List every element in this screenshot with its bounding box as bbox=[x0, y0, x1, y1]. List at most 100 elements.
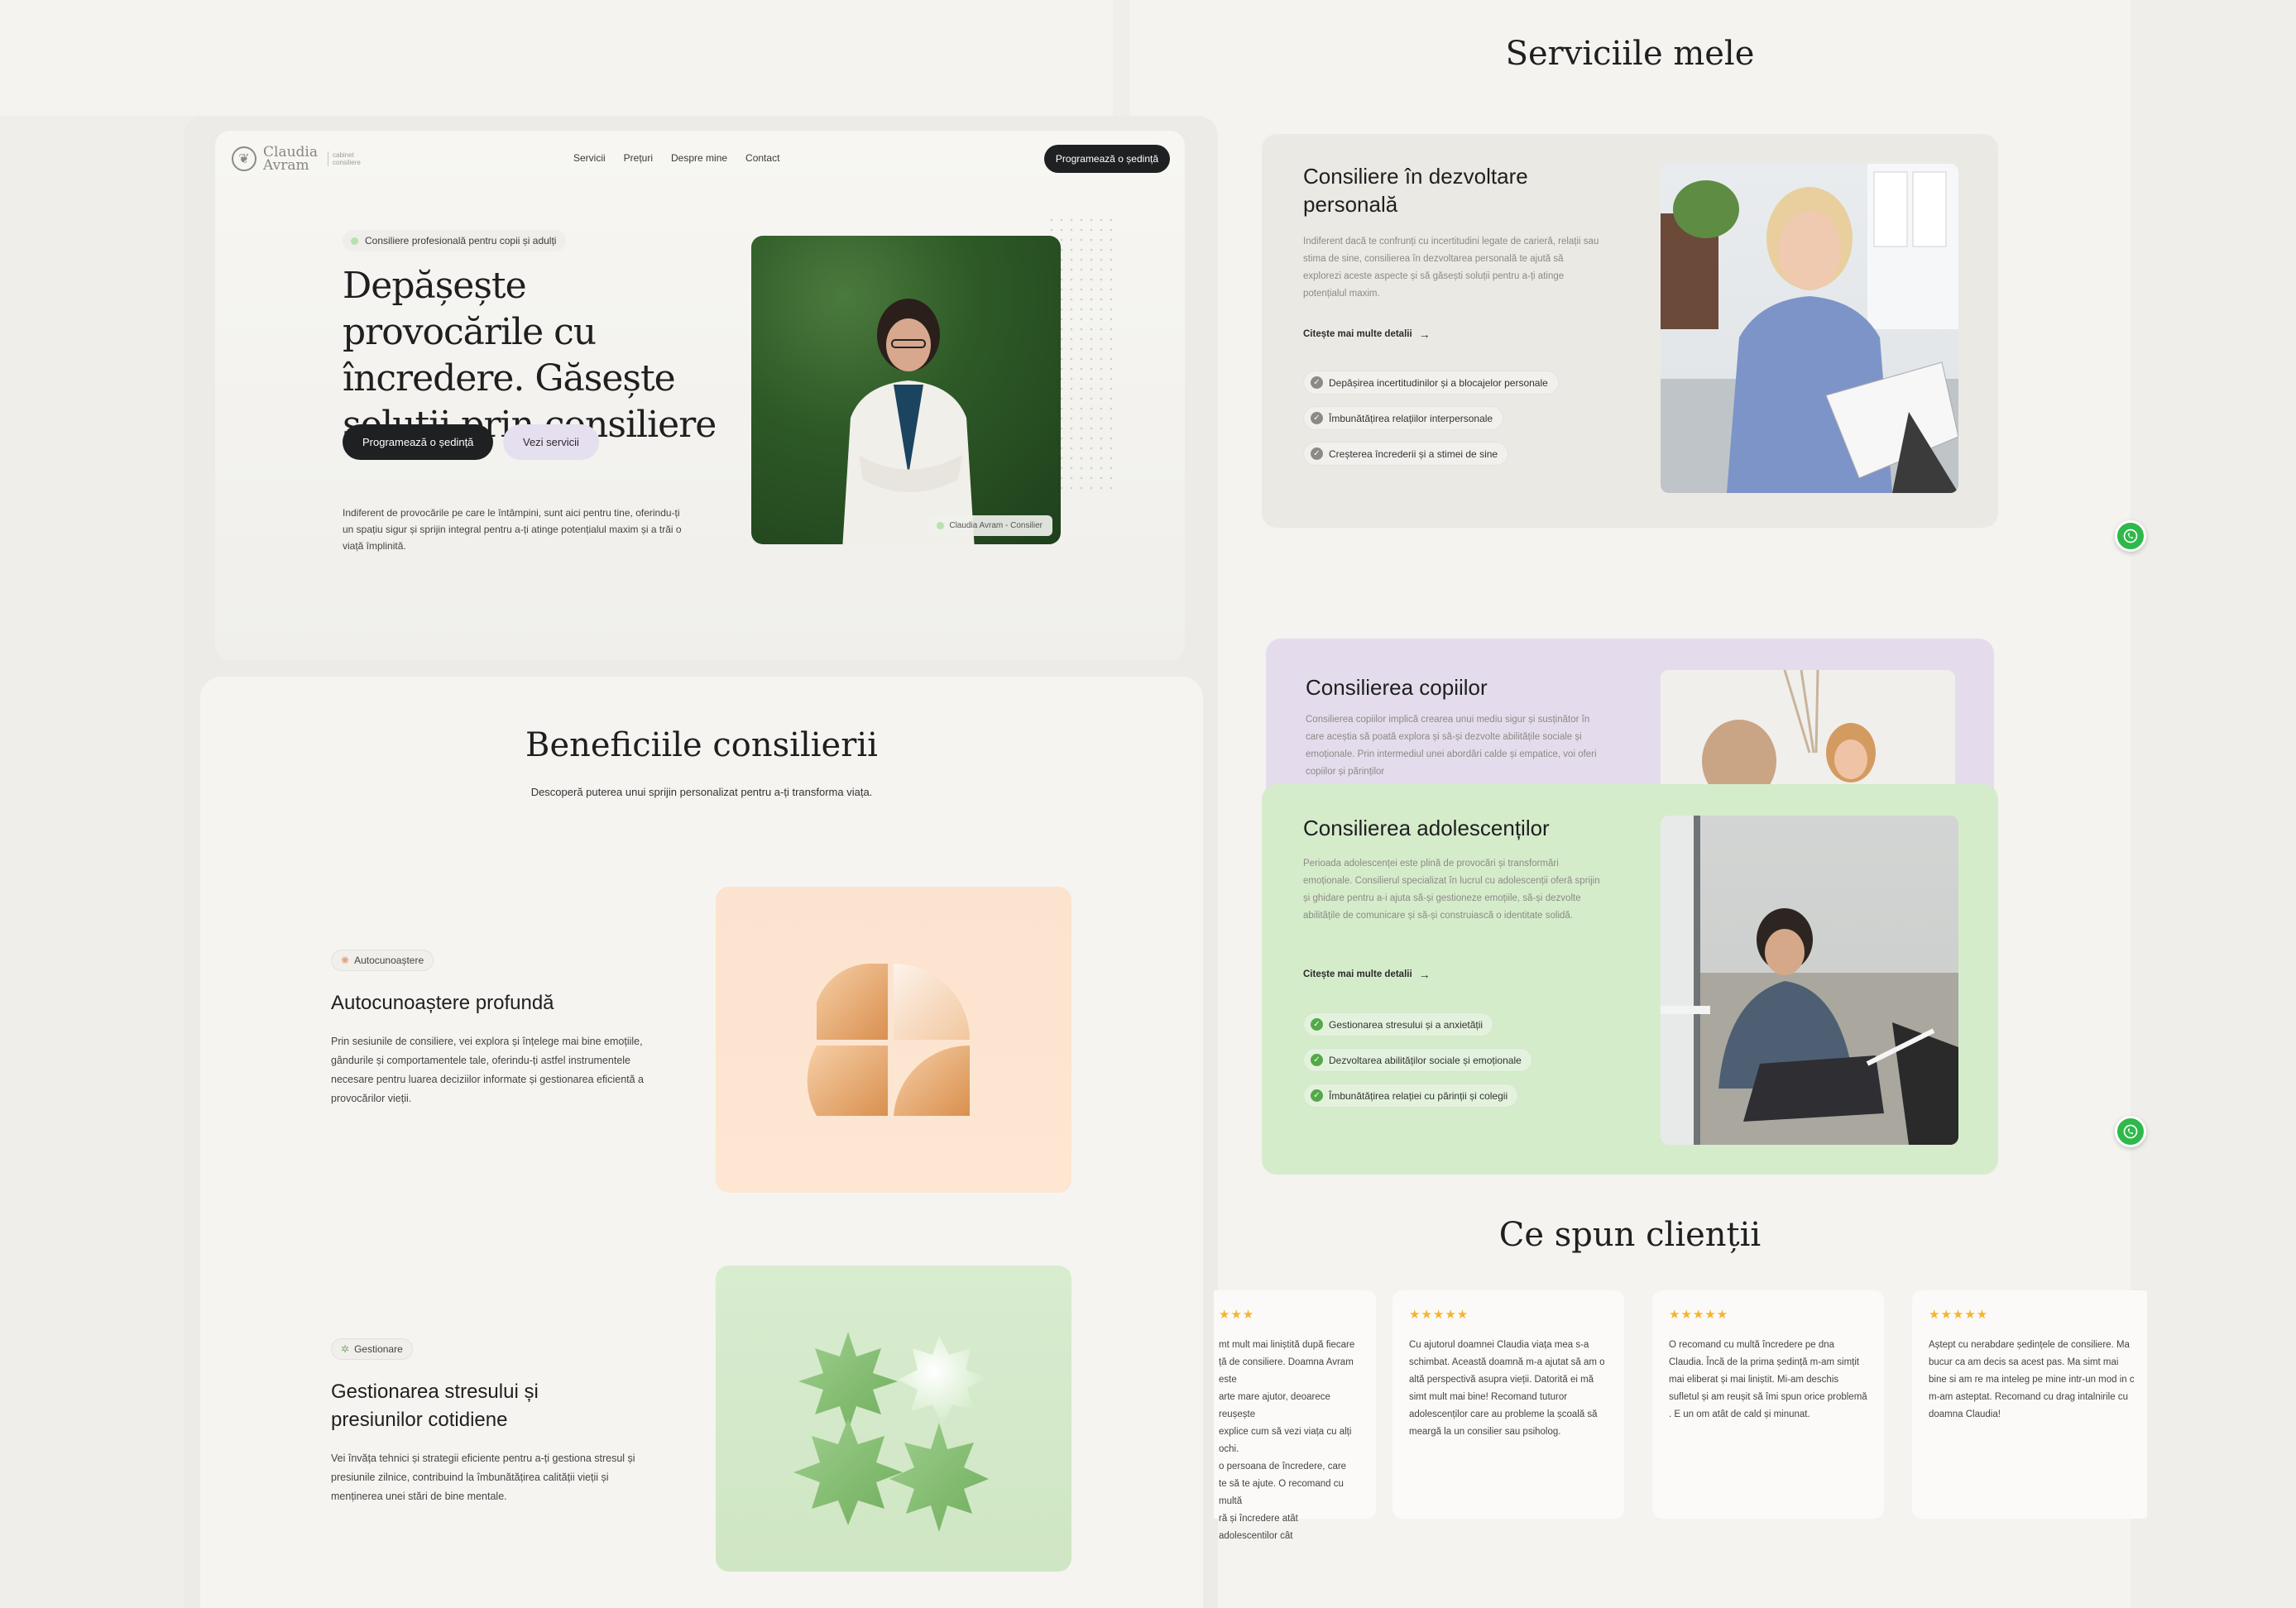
whatsapp-button[interactable] bbox=[2115, 1116, 2146, 1147]
hero-book-button[interactable]: Programează o ședință bbox=[343, 424, 494, 460]
check-item-label: Dezvoltarea abilităților sociale și emoț… bbox=[1329, 1054, 1522, 1066]
check-item-label: Gestionarea stresului și a anxietății bbox=[1329, 1018, 1484, 1031]
check-item-label: Depășirea incertitudinilor și a blocajel… bbox=[1329, 376, 1548, 389]
hero-badge: Consiliere profesională pentru copii și … bbox=[343, 230, 567, 251]
hero-portrait-photo: Claudia Avram - Consilier bbox=[751, 236, 1061, 544]
arrow-right-icon: → bbox=[1418, 328, 1431, 341]
check-item: ✓ Îmbunătățirea relațiilor interpersonale bbox=[1303, 406, 1504, 430]
service-card-teens: Consilierea adolescenților Perioada adol… bbox=[1262, 784, 1998, 1175]
nav-link-contact[interactable]: Contact bbox=[745, 152, 779, 164]
sun-icon: ✺ bbox=[341, 955, 350, 966]
starbursts-icon bbox=[793, 1332, 989, 1532]
benefits-subtitle: Descoperă puterea unui sprijin personali… bbox=[530, 786, 873, 798]
benefit-pill: ✲ Gestionare bbox=[331, 1338, 413, 1360]
logo[interactable]: ❦ Claudia Avram cabinet consiliere bbox=[232, 144, 369, 174]
hero-description: Indiferent de provocările pe care le înt… bbox=[343, 507, 682, 552]
rating-stars-icon: ★★★ bbox=[1219, 1308, 1255, 1322]
nav-link-despre[interactable]: Despre mine bbox=[671, 152, 727, 164]
service-card-children: Consilierea copiilor Consilierea copiilo… bbox=[1266, 639, 1994, 804]
testimonials-title: Ce spun clienții bbox=[1498, 1216, 1762, 1254]
testimonial-text: O recomand cu multă încredere pe dna Cla… bbox=[1669, 1340, 1867, 1419]
check-circle-icon: ✓ bbox=[1311, 1054, 1323, 1066]
check-item: ✓ Creșterea încrederii și a stimei de sin… bbox=[1303, 442, 1509, 466]
status-dot-icon bbox=[351, 237, 358, 245]
testimonial-card: ★★★ mt mult mai liniștită după fiecare ț… bbox=[1214, 1290, 1376, 1539]
quarter-circles-icon bbox=[807, 963, 970, 1116]
check-circle-icon: ✓ bbox=[1311, 376, 1323, 389]
testimonials-carousel[interactable]: ★★★ mt mult mai liniștită după fiecare ț… bbox=[1214, 1290, 2147, 1539]
whatsapp-button[interactable] bbox=[2115, 520, 2146, 552]
service-description: Perioada adolescenței este plină de prov… bbox=[1303, 859, 1600, 921]
teen-illustration bbox=[1661, 816, 1958, 1145]
homepage-mockup: ❦ Claudia Avram cabinet consiliere Servi… bbox=[184, 116, 1218, 1608]
arrow-right-icon: → bbox=[1418, 968, 1431, 981]
photo-caption: Claudia Avram - Consilier bbox=[927, 515, 1052, 536]
rating-stars-icon: ★★★★★ bbox=[1409, 1308, 1469, 1322]
logo-leaf-icon: ❦ bbox=[232, 146, 256, 171]
client-illustration bbox=[1661, 164, 1958, 493]
nav-link-preturi[interactable]: Prețuri bbox=[624, 152, 653, 164]
hero-section: ❦ Claudia Avram cabinet consiliere Servi… bbox=[215, 131, 1185, 660]
benefits-title: Beneficiile consilierii bbox=[525, 726, 878, 764]
service-card-personal: Consiliere în dezvoltare personală Indif… bbox=[1262, 134, 1998, 528]
benefit-item: ✺ Autocunoaștere Autocunoaștere profundă… bbox=[331, 950, 662, 1108]
hero-title: Depășește provocările cu încredere. Găse… bbox=[343, 265, 717, 446]
hero-badge-label: Consiliere profesională pentru copii și … bbox=[365, 235, 557, 246]
service-title: Consilierea adolescenților bbox=[1303, 816, 1550, 840]
benefit-illustration-card bbox=[716, 887, 1071, 1193]
logo-name: Claudia Avram bbox=[263, 144, 318, 174]
service-title: Consilierea copiilor bbox=[1306, 675, 1488, 700]
benefit-title: Gestionarea stresului și presiunilor cot… bbox=[331, 1381, 539, 1431]
testimonial-text: Cu ajutorul doamnei Claudia viața mea s-… bbox=[1409, 1340, 1605, 1437]
testimonial-text: Aștept cu nerabdare ședințele de consili… bbox=[1929, 1340, 2135, 1419]
whatsapp-icon bbox=[2123, 1124, 2138, 1139]
check-item-label: Îmbunătățirea relației cu părinții și co… bbox=[1329, 1089, 1508, 1102]
nav-links: Servicii Prețuri Despre mine Contact bbox=[573, 152, 779, 164]
testimonial-card: ★★★★★ Aștept cu nerabdare ședințele de c… bbox=[1912, 1290, 2147, 1519]
benefit-text: Vei învăța tehnici și strategii eficient… bbox=[331, 1452, 635, 1502]
check-item: ✓ Depășirea incertitudinilor și a blocaje… bbox=[1303, 371, 1559, 395]
service-title: Consiliere în dezvoltare personală bbox=[1303, 164, 1528, 217]
logo-subtitle: cabinet consiliere bbox=[328, 151, 369, 166]
hero-services-button[interactable]: Vezi servicii bbox=[503, 424, 599, 460]
service-checklist: ✓ Gestionarea stresului și a anxietății ✓… bbox=[1303, 1012, 1532, 1108]
services-mockup: Serviciile mele Consiliere în dezvoltare… bbox=[1214, 0, 2147, 1608]
check-item-label: Creșterea încrederii și a stimei de sine bbox=[1329, 447, 1498, 460]
service-checklist: ✓ Depășirea incertitudinilor și a blocaje… bbox=[1303, 371, 1559, 466]
benefit-pill-label: Autocunoaștere bbox=[354, 955, 424, 966]
check-circle-icon: ✓ bbox=[1311, 1018, 1323, 1031]
check-item: ✓ Gestionarea stresului și a anxietății bbox=[1303, 1012, 1494, 1036]
nav-link-servicii[interactable]: Servicii bbox=[573, 152, 606, 164]
check-item: ✓ Dezvoltarea abilităților sociale și emo… bbox=[1303, 1048, 1532, 1072]
background-panel bbox=[0, 0, 1113, 116]
leaf-icon: ✲ bbox=[341, 1343, 350, 1355]
benefit-illustration-card bbox=[716, 1266, 1071, 1572]
portrait-illustration bbox=[842, 299, 975, 544]
rating-stars-icon: ★★★★★ bbox=[1929, 1308, 1989, 1322]
read-more-label: Citește mai multe detalii bbox=[1303, 329, 1412, 339]
check-circle-icon: ✓ bbox=[1311, 412, 1323, 424]
services-title: Serviciile mele bbox=[1505, 35, 1755, 73]
service-description: Indiferent dacă te confrunți cu incertit… bbox=[1303, 237, 1599, 299]
service-read-more-link[interactable]: Citește mai multe detalii → bbox=[1303, 328, 1431, 341]
benefits-section: Beneficiile consilierii Descoperă putere… bbox=[200, 677, 1203, 1608]
check-circle-icon: ✓ bbox=[1311, 1089, 1323, 1102]
benefit-pill-label: Gestionare bbox=[354, 1343, 403, 1355]
benefit-text: Prin sesiunile de consiliere, vei explor… bbox=[331, 1036, 644, 1104]
check-circle-icon: ✓ bbox=[1311, 447, 1323, 460]
service-description: Consilierea copiilor implică crearea unu… bbox=[1306, 715, 1597, 777]
top-navigation: ❦ Claudia Avram cabinet consiliere Servi… bbox=[215, 131, 1185, 190]
service-photo-teens bbox=[1661, 816, 1958, 1145]
check-item-label: Îmbunătățirea relațiilor interpersonale bbox=[1329, 412, 1493, 424]
testimonial-text: mt mult mai liniștită după fiecare ță de… bbox=[1219, 1340, 1355, 1539]
service-read-more-link[interactable]: Citește mai multe detalii → bbox=[1303, 968, 1431, 981]
nav-book-button[interactable]: Programează o ședință bbox=[1043, 145, 1170, 173]
caption-dot-icon bbox=[937, 522, 945, 529]
whatsapp-icon bbox=[2123, 529, 2138, 543]
read-more-label: Citește mai multe detalii bbox=[1303, 969, 1412, 979]
benefit-pill: ✺ Autocunoaștere bbox=[331, 950, 434, 971]
check-item: ✓ Îmbunătățirea relației cu părinții și c… bbox=[1303, 1084, 1519, 1108]
testimonial-card: ★★★★★ O recomand cu multă încredere pe d… bbox=[1652, 1290, 1884, 1519]
benefit-item: ✲ Gestionare Gestionarea stresului și pr… bbox=[331, 1338, 662, 1506]
testimonial-card: ★★★★★ Cu ajutorul doamnei Claudia viața … bbox=[1392, 1290, 1624, 1519]
